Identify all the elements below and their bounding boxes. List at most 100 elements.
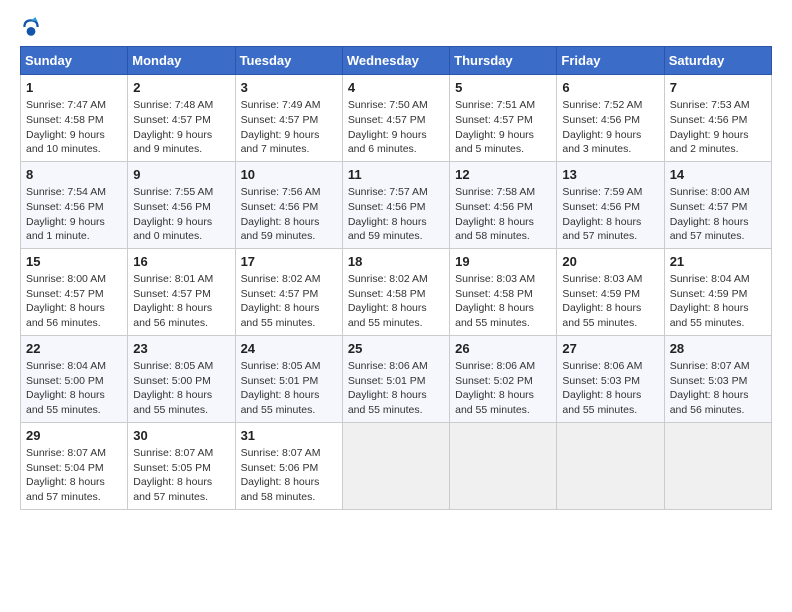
day-cell: 9Sunrise: 7:55 AMSunset: 4:56 PMDaylight…: [128, 161, 235, 248]
day-cell: 8Sunrise: 7:54 AMSunset: 4:56 PMDaylight…: [21, 161, 128, 248]
header-cell-tuesday: Tuesday: [235, 47, 342, 75]
day-number: 11: [348, 166, 444, 184]
day-cell: 14Sunrise: 8:00 AMSunset: 4:57 PMDayligh…: [664, 161, 771, 248]
day-number: 13: [562, 166, 658, 184]
day-cell: 26Sunrise: 8:06 AMSunset: 5:02 PMDayligh…: [450, 335, 557, 422]
day-info: Sunrise: 8:05 AMSunset: 5:00 PMDaylight:…: [133, 359, 229, 418]
day-info: Sunrise: 8:06 AMSunset: 5:03 PMDaylight:…: [562, 359, 658, 418]
day-cell: 10Sunrise: 7:56 AMSunset: 4:56 PMDayligh…: [235, 161, 342, 248]
week-row-1: 1Sunrise: 7:47 AMSunset: 4:58 PMDaylight…: [21, 75, 772, 162]
day-number: 25: [348, 340, 444, 358]
day-number: 30: [133, 427, 229, 445]
day-cell: 19Sunrise: 8:03 AMSunset: 4:58 PMDayligh…: [450, 248, 557, 335]
day-cell: 1Sunrise: 7:47 AMSunset: 4:58 PMDaylight…: [21, 75, 128, 162]
day-cell: 11Sunrise: 7:57 AMSunset: 4:56 PMDayligh…: [342, 161, 449, 248]
day-number: 22: [26, 340, 122, 358]
day-number: 5: [455, 79, 551, 97]
day-number: 4: [348, 79, 444, 97]
day-cell: 18Sunrise: 8:02 AMSunset: 4:58 PMDayligh…: [342, 248, 449, 335]
day-info: Sunrise: 8:04 AMSunset: 5:00 PMDaylight:…: [26, 359, 122, 418]
day-number: 15: [26, 253, 122, 271]
day-info: Sunrise: 7:51 AMSunset: 4:57 PMDaylight:…: [455, 98, 551, 157]
day-info: Sunrise: 7:52 AMSunset: 4:56 PMDaylight:…: [562, 98, 658, 157]
day-cell: 24Sunrise: 8:05 AMSunset: 5:01 PMDayligh…: [235, 335, 342, 422]
header-cell-sunday: Sunday: [21, 47, 128, 75]
day-cell: 28Sunrise: 8:07 AMSunset: 5:03 PMDayligh…: [664, 335, 771, 422]
header-cell-friday: Friday: [557, 47, 664, 75]
day-number: 17: [241, 253, 337, 271]
day-number: 2: [133, 79, 229, 97]
day-cell: 5Sunrise: 7:51 AMSunset: 4:57 PMDaylight…: [450, 75, 557, 162]
day-cell: [450, 422, 557, 509]
day-info: Sunrise: 8:01 AMSunset: 4:57 PMDaylight:…: [133, 272, 229, 331]
week-row-5: 29Sunrise: 8:07 AMSunset: 5:04 PMDayligh…: [21, 422, 772, 509]
day-info: Sunrise: 7:47 AMSunset: 4:58 PMDaylight:…: [26, 98, 122, 157]
calendar-table: SundayMondayTuesdayWednesdayThursdayFrid…: [20, 46, 772, 510]
day-cell: 4Sunrise: 7:50 AMSunset: 4:57 PMDaylight…: [342, 75, 449, 162]
day-info: Sunrise: 8:02 AMSunset: 4:57 PMDaylight:…: [241, 272, 337, 331]
day-cell: 3Sunrise: 7:49 AMSunset: 4:57 PMDaylight…: [235, 75, 342, 162]
day-number: 10: [241, 166, 337, 184]
day-cell: 21Sunrise: 8:04 AMSunset: 4:59 PMDayligh…: [664, 248, 771, 335]
header-cell-monday: Monday: [128, 47, 235, 75]
calendar-header: SundayMondayTuesdayWednesdayThursdayFrid…: [21, 47, 772, 75]
day-cell: 27Sunrise: 8:06 AMSunset: 5:03 PMDayligh…: [557, 335, 664, 422]
day-cell: 15Sunrise: 8:00 AMSunset: 4:57 PMDayligh…: [21, 248, 128, 335]
logo-icon: [20, 16, 42, 38]
day-info: Sunrise: 7:56 AMSunset: 4:56 PMDaylight:…: [241, 185, 337, 244]
day-number: 29: [26, 427, 122, 445]
day-number: 31: [241, 427, 337, 445]
week-row-2: 8Sunrise: 7:54 AMSunset: 4:56 PMDaylight…: [21, 161, 772, 248]
day-info: Sunrise: 7:50 AMSunset: 4:57 PMDaylight:…: [348, 98, 444, 157]
day-info: Sunrise: 7:58 AMSunset: 4:56 PMDaylight:…: [455, 185, 551, 244]
day-info: Sunrise: 8:07 AMSunset: 5:06 PMDaylight:…: [241, 446, 337, 505]
day-info: Sunrise: 7:53 AMSunset: 4:56 PMDaylight:…: [670, 98, 766, 157]
day-info: Sunrise: 7:54 AMSunset: 4:56 PMDaylight:…: [26, 185, 122, 244]
day-cell: 22Sunrise: 8:04 AMSunset: 5:00 PMDayligh…: [21, 335, 128, 422]
day-info: Sunrise: 8:00 AMSunset: 4:57 PMDaylight:…: [670, 185, 766, 244]
day-info: Sunrise: 8:00 AMSunset: 4:57 PMDaylight:…: [26, 272, 122, 331]
day-info: Sunrise: 8:03 AMSunset: 4:58 PMDaylight:…: [455, 272, 551, 331]
day-number: 24: [241, 340, 337, 358]
day-number: 28: [670, 340, 766, 358]
day-cell: 25Sunrise: 8:06 AMSunset: 5:01 PMDayligh…: [342, 335, 449, 422]
day-cell: 30Sunrise: 8:07 AMSunset: 5:05 PMDayligh…: [128, 422, 235, 509]
day-info: Sunrise: 8:06 AMSunset: 5:01 PMDaylight:…: [348, 359, 444, 418]
header-row-days: SundayMondayTuesdayWednesdayThursdayFrid…: [21, 47, 772, 75]
day-info: Sunrise: 7:55 AMSunset: 4:56 PMDaylight:…: [133, 185, 229, 244]
day-info: Sunrise: 7:49 AMSunset: 4:57 PMDaylight:…: [241, 98, 337, 157]
day-cell: 31Sunrise: 8:07 AMSunset: 5:06 PMDayligh…: [235, 422, 342, 509]
day-cell: 17Sunrise: 8:02 AMSunset: 4:57 PMDayligh…: [235, 248, 342, 335]
day-cell: 20Sunrise: 8:03 AMSunset: 4:59 PMDayligh…: [557, 248, 664, 335]
day-number: 27: [562, 340, 658, 358]
day-cell: [664, 422, 771, 509]
day-number: 6: [562, 79, 658, 97]
day-number: 9: [133, 166, 229, 184]
week-row-3: 15Sunrise: 8:00 AMSunset: 4:57 PMDayligh…: [21, 248, 772, 335]
day-cell: [342, 422, 449, 509]
day-cell: 29Sunrise: 8:07 AMSunset: 5:04 PMDayligh…: [21, 422, 128, 509]
header-cell-wednesday: Wednesday: [342, 47, 449, 75]
day-info: Sunrise: 7:48 AMSunset: 4:57 PMDaylight:…: [133, 98, 229, 157]
day-number: 3: [241, 79, 337, 97]
day-number: 23: [133, 340, 229, 358]
day-number: 18: [348, 253, 444, 271]
day-cell: 16Sunrise: 8:01 AMSunset: 4:57 PMDayligh…: [128, 248, 235, 335]
day-cell: 2Sunrise: 7:48 AMSunset: 4:57 PMDaylight…: [128, 75, 235, 162]
day-cell: 6Sunrise: 7:52 AMSunset: 4:56 PMDaylight…: [557, 75, 664, 162]
header-row: [20, 16, 772, 38]
day-info: Sunrise: 7:59 AMSunset: 4:56 PMDaylight:…: [562, 185, 658, 244]
day-number: 20: [562, 253, 658, 271]
day-info: Sunrise: 8:07 AMSunset: 5:04 PMDaylight:…: [26, 446, 122, 505]
header-cell-thursday: Thursday: [450, 47, 557, 75]
day-info: Sunrise: 8:02 AMSunset: 4:58 PMDaylight:…: [348, 272, 444, 331]
week-row-4: 22Sunrise: 8:04 AMSunset: 5:00 PMDayligh…: [21, 335, 772, 422]
day-number: 21: [670, 253, 766, 271]
day-number: 14: [670, 166, 766, 184]
logo: [20, 16, 46, 38]
calendar-page: SundayMondayTuesdayWednesdayThursdayFrid…: [0, 0, 792, 520]
header-cell-saturday: Saturday: [664, 47, 771, 75]
day-number: 1: [26, 79, 122, 97]
day-cell: [557, 422, 664, 509]
day-info: Sunrise: 7:57 AMSunset: 4:56 PMDaylight:…: [348, 185, 444, 244]
